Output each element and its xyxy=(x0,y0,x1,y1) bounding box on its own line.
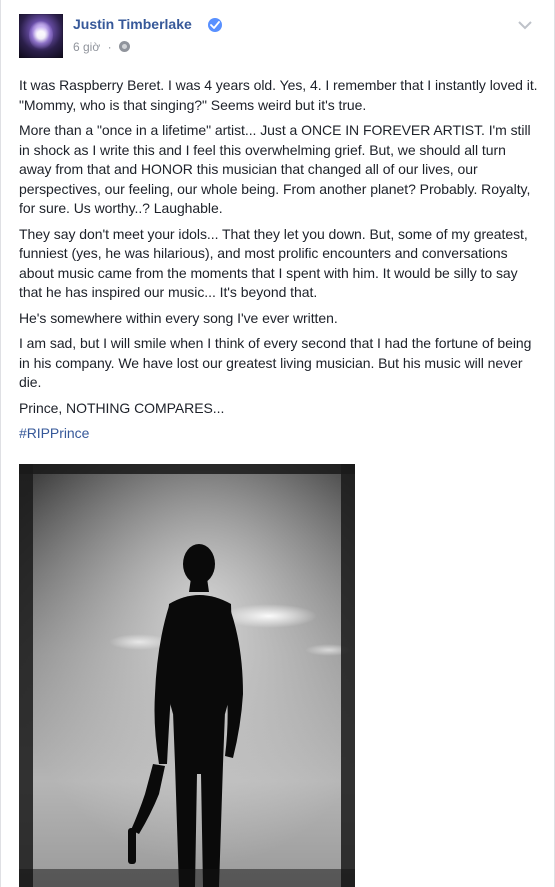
post-paragraph-3: They say don't meet your idols... That t… xyxy=(19,225,528,301)
avatar-glow xyxy=(29,20,53,50)
post-paragraph-5: I am sad, but I will smile when I think … xyxy=(19,335,532,390)
author-name-link[interactable]: Justin Timberlake xyxy=(73,16,192,32)
post-text: It was Raspberry Beret. I was 4 years ol… xyxy=(19,76,541,450)
post-paragraph-6: Prince, NOTHING COMPARES... xyxy=(19,399,225,416)
meta-separator: · xyxy=(107,40,112,54)
silhouette-photo xyxy=(19,464,355,887)
globe-icon[interactable] xyxy=(118,41,130,52)
post-meta: 6 giờ · xyxy=(73,40,130,54)
post-photo[interactable] xyxy=(19,464,355,887)
post-timestamp-link[interactable]: 6 giờ xyxy=(73,40,100,54)
hashtag-paragraph: #RIPPrince xyxy=(19,424,541,444)
hashtag-link[interactable]: #RIPPrince xyxy=(19,425,89,441)
post-card: Justin Timberlake 6 giờ · It was Raspber… xyxy=(0,0,555,887)
post-paragraph-1: It was Raspberry Beret. I was 4 years ol… xyxy=(19,77,538,113)
post-paragraph-4: He's somewhere within every song I've ev… xyxy=(19,309,338,326)
post-header: Justin Timberlake 6 giờ · xyxy=(19,14,539,62)
verified-badge-icon xyxy=(208,18,222,32)
chevron-down-icon[interactable] xyxy=(517,18,533,30)
post-paragraph-2: More than a "once in a lifetime" artist.… xyxy=(19,122,531,216)
author-avatar[interactable] xyxy=(19,14,63,58)
